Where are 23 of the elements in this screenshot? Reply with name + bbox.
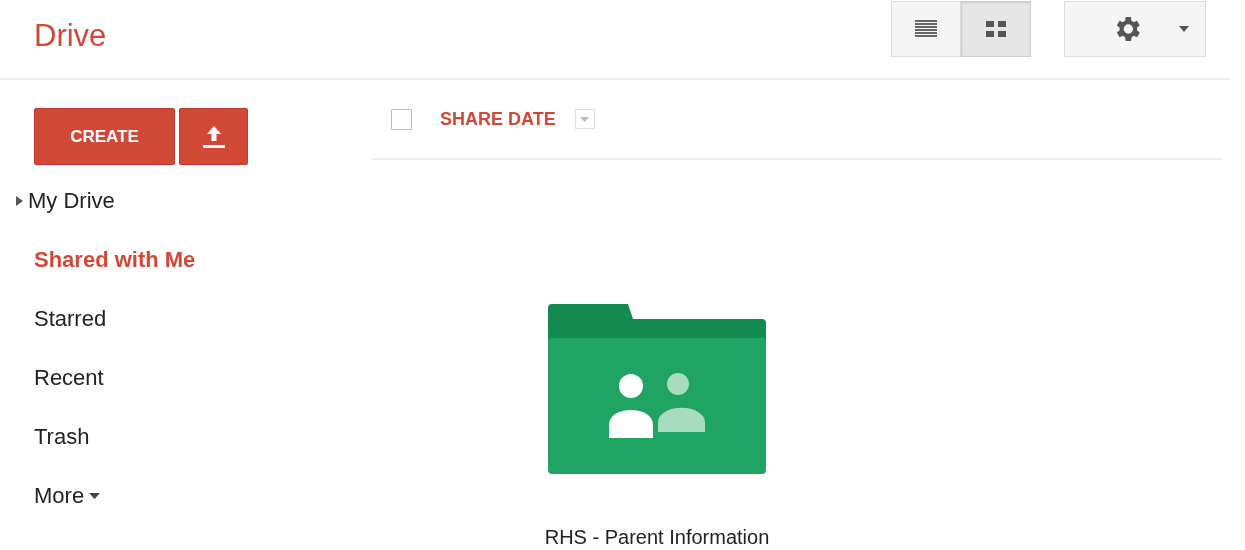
grid-view-button[interactable] [961, 1, 1031, 57]
file-name[interactable]: RHS - Parent Information [544, 526, 770, 549]
nav-item[interactable]: Shared with Me [0, 230, 196, 289]
nav-item[interactable]: Recent [0, 348, 104, 407]
nav-item[interactable]: More [0, 466, 101, 525]
expand-arrow-icon [16, 195, 23, 206]
list-view-button[interactable] [891, 1, 961, 57]
shared-folder-icon[interactable] [548, 304, 766, 474]
settings-button[interactable] [1064, 1, 1206, 57]
app-title: Drive [34, 18, 108, 54]
caret-icon [89, 492, 101, 499]
list-view-icon [915, 20, 937, 38]
sort-label[interactable]: SHARE DATE [440, 108, 556, 130]
caret-icon [1179, 26, 1189, 32]
upload-icon [201, 125, 226, 148]
upload-button[interactable] [179, 108, 248, 165]
nav-item[interactable]: Trash [0, 407, 90, 466]
nav-item[interactable]: My Drive [0, 171, 115, 230]
grid-view-icon [986, 21, 1006, 37]
nav-item[interactable]: Starred [0, 289, 107, 348]
caret-icon [580, 116, 590, 122]
select-all-checkbox[interactable] [391, 108, 412, 130]
create-button[interactable]: CREATE [34, 108, 175, 165]
